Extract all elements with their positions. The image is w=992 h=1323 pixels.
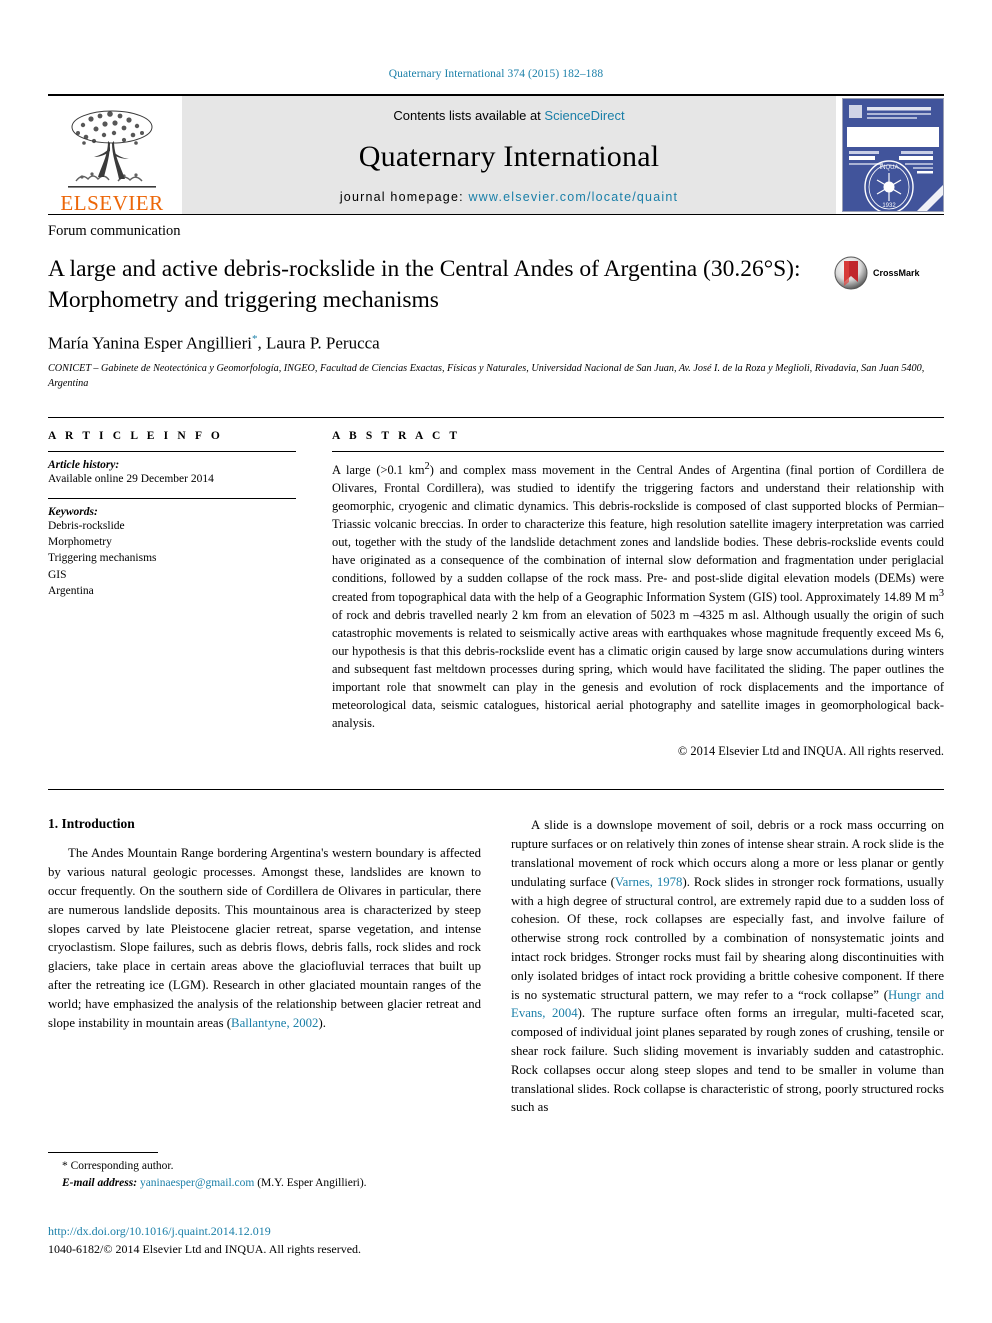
paragraph-intro: The Andes Mountain Range bordering Argen…: [48, 844, 481, 1032]
keyword-item: Argentina: [48, 584, 94, 597]
elsevier-wordmark: ELSEVIER: [60, 191, 164, 215]
author-secondary: , Laura P. Perucca: [257, 333, 380, 353]
article-history-heading: Article history:: [48, 459, 120, 472]
title-row: A large and active debris-rockslide in t…: [48, 254, 944, 315]
body-region: 1. Introduction The Andes Mountain Range…: [48, 789, 944, 1117]
journal-cover-thumbnail: INQUA 1932: [842, 98, 944, 212]
email-line: E-mail address: yaninaesper@gmail.com (M…: [48, 1175, 478, 1192]
article-history-value: Available online 29 December 2014: [48, 473, 214, 486]
corresponding-author-line: * Corresponding author.: [48, 1158, 478, 1175]
running-head: Quaternary International 374 (2015) 182–…: [388, 68, 604, 80]
corresponding-author-text: Corresponding author.: [70, 1160, 174, 1172]
article-type: Forum communication: [48, 223, 181, 239]
citation-link[interactable]: Ballantyne, 2002: [231, 1016, 318, 1030]
paragraph-text: ). The rupture surface often forms an ir…: [511, 1006, 944, 1115]
footnote-marker: *: [62, 1160, 68, 1172]
crossmark-icon: [834, 256, 868, 290]
paper-page: Quaternary International 374 (2015) 182–…: [0, 0, 992, 1323]
abstract-copyright: © 2014 Elsevier Ltd and INQUA. All right…: [677, 744, 944, 759]
footnote-rule: [48, 1152, 158, 1153]
svg-text:1932: 1932: [882, 203, 896, 209]
paragraph-text: ). Rock slides in stronger rock formatio…: [511, 874, 944, 1002]
homepage-link[interactable]: www.elsevier.com/locate/quaint: [468, 190, 678, 204]
abstract-label: A B S T R A C T: [332, 430, 461, 443]
abstract-column: A B S T R A C T A large (>0.1 km2) and c…: [332, 430, 944, 759]
keywords-heading: Keywords:: [48, 505, 98, 518]
doi-footer: http://dx.doi.org/10.1016/j.quaint.2014.…: [48, 1222, 361, 1258]
journal-masthead: ELSEVIER Contents lists available at Sci…: [48, 94, 944, 214]
doi-link[interactable]: http://dx.doi.org/10.1016/j.quaint.2014.…: [48, 1222, 361, 1240]
cover-artwork: INQUA 1932: [843, 99, 943, 211]
keyword-item: GIS: [48, 568, 67, 581]
citation-link[interactable]: Varnes, 1978: [615, 875, 683, 889]
author-list: María Yanina Esper Angillieri*, Laura P.…: [48, 333, 944, 354]
homepage-prefix: journal homepage:: [339, 190, 469, 204]
elsevier-tree-icon: [68, 110, 156, 188]
journal-title: Quaternary International: [358, 139, 660, 173]
keyword-item: Triggering mechanisms: [48, 552, 157, 565]
paragraph-tail: ).: [318, 1015, 326, 1030]
svg-text:INQUA: INQUA: [879, 165, 898, 171]
author-primary: María Yanina Esper Angillieri: [48, 333, 252, 353]
contents-available-line: Contents lists available at ScienceDirec…: [393, 108, 624, 123]
keyword-item: Morphometry: [48, 535, 112, 548]
author-affiliation: CONICET – Gabinete de Neotectónica y Geo…: [48, 362, 925, 389]
paragraph-text: The Andes Mountain Range bordering Argen…: [48, 846, 481, 1030]
email-label: E-mail address:: [62, 1176, 138, 1189]
article-info-label: A R T I C L E I N F O: [48, 430, 223, 443]
issn-copyright-line: 1040-6182/© 2014 Elsevier Ltd and INQUA.…: [48, 1242, 362, 1256]
page-title: A large and active debris-rockslide in t…: [48, 256, 801, 313]
article-header: Forum communication A large and active d…: [48, 214, 944, 391]
corresponding-author-footnote: * Corresponding author. E-mail address: …: [48, 1152, 478, 1191]
body-column-left: 1. Introduction The Andes Mountain Range…: [48, 816, 481, 1117]
info-abstract-region: A R T I C L E I N F O Article history: A…: [48, 417, 944, 759]
email-owner: (M.Y. Esper Angillieri).: [257, 1176, 367, 1189]
keyword-item: Debris-rockslide: [48, 519, 125, 532]
body-column-right: A slide is a downslope movement of soil,…: [511, 816, 944, 1117]
masthead-center: Contents lists available at ScienceDirec…: [182, 96, 836, 214]
contents-prefix: Contents lists available at: [393, 108, 545, 123]
elsevier-logo: ELSEVIER: [48, 96, 176, 214]
email-link[interactable]: yaninaesper@gmail.com: [140, 1177, 254, 1189]
keywords-block: Keywords: Debris-rockslide Morphometry T…: [48, 499, 296, 610]
crossmark-badge[interactable]: CrossMark: [834, 256, 944, 290]
abstract-text: A large (>0.1 km2) and complex mass move…: [332, 461, 944, 730]
paragraph-slide-definition: A slide is a downslope movement of soil,…: [511, 816, 944, 1117]
article-history-block: Article history: Available online 29 Dec…: [48, 452, 296, 497]
crossmark-label: CrossMark: [873, 268, 920, 278]
section-heading-introduction: 1. Introduction: [48, 816, 135, 832]
sciencedirect-link[interactable]: ScienceDirect: [544, 108, 624, 123]
article-info-column: A R T I C L E I N F O Article history: A…: [48, 430, 296, 759]
journal-homepage-line: journal homepage: www.elsevier.com/locat…: [340, 190, 678, 204]
